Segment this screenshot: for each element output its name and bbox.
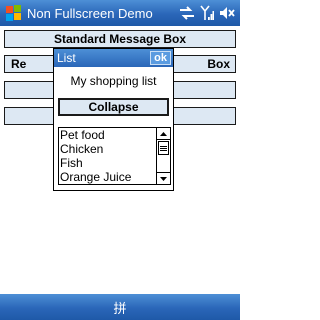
- collapse-button[interactable]: Collapse: [58, 98, 169, 116]
- bottom-bar: 拼: [0, 294, 240, 320]
- popup-title: List: [57, 51, 76, 65]
- listbox-scrollbar[interactable]: [156, 128, 170, 184]
- button-label-right: Box: [207, 57, 230, 71]
- list-item[interactable]: Pet food: [59, 128, 157, 142]
- connectivity-icon[interactable]: [179, 6, 195, 20]
- button-label: Standard Message Box: [53, 32, 187, 46]
- scroll-down-icon[interactable]: [157, 172, 170, 184]
- signal-icon[interactable]: [200, 5, 214, 21]
- button-label-left: Re: [11, 57, 27, 71]
- window-title: Non Fullscreen Demo: [27, 5, 153, 21]
- list-item[interactable]: Chicken: [59, 142, 157, 156]
- list-item[interactable]: Fish: [59, 156, 157, 170]
- volume-icon[interactable]: [219, 6, 235, 20]
- list-items: Pet food Chicken Fish Orange Juice: [59, 128, 157, 184]
- scroll-up-icon[interactable]: [157, 128, 170, 140]
- list-popup: List ok My shopping list Collapse Pet fo…: [53, 48, 174, 191]
- input-method-icon[interactable]: 拼: [113, 298, 126, 317]
- ok-button[interactable]: ok: [150, 51, 171, 65]
- shopping-listbox[interactable]: Pet food Chicken Fish Orange Juice: [58, 127, 171, 185]
- system-tray: [179, 5, 235, 21]
- standard-message-box-button[interactable]: Standard Message Box: [4, 30, 236, 48]
- popup-title-bar: List ok: [54, 49, 173, 67]
- title-bar: Non Fullscreen Demo: [0, 0, 240, 26]
- shopping-list-label: My shopping list: [70, 74, 157, 88]
- windows-start-icon[interactable]: [3, 3, 23, 23]
- list-item[interactable]: Orange Juice: [59, 170, 157, 184]
- scroll-thumb[interactable]: [158, 141, 169, 155]
